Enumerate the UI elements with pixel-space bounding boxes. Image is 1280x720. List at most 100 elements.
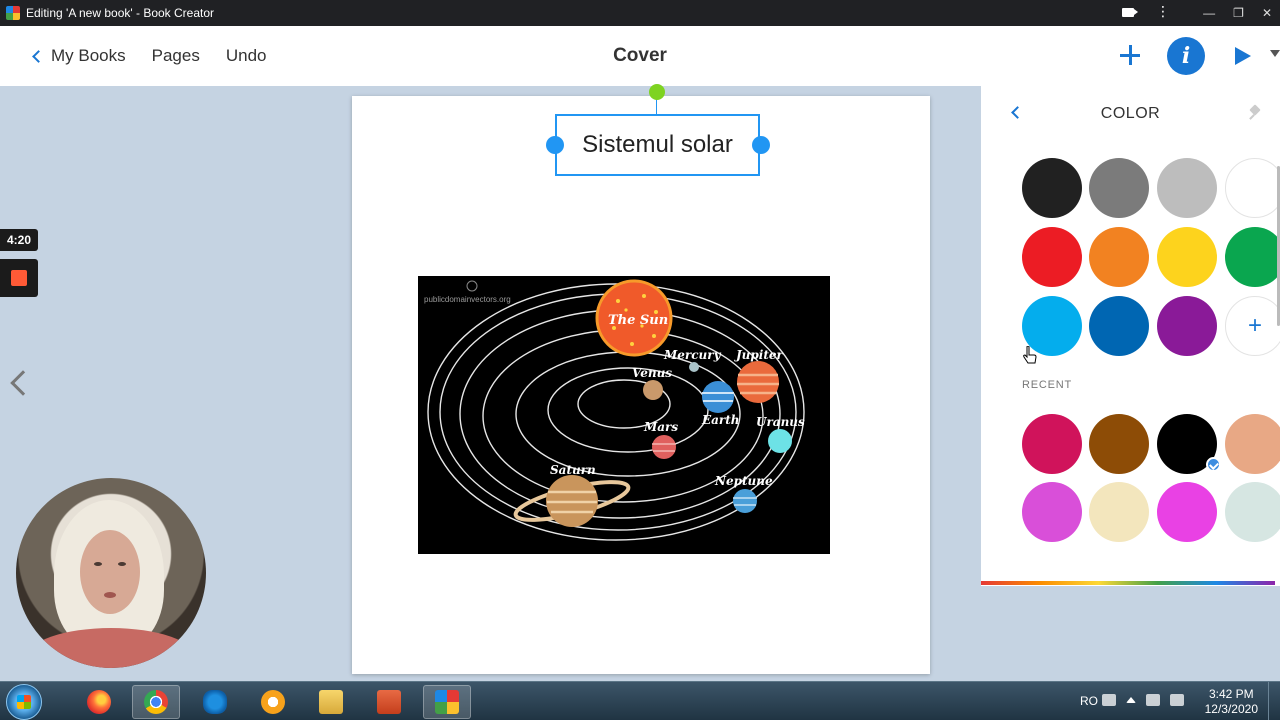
- title-text: Sistemul solar: [582, 131, 733, 158]
- jupiter-label: Jupiter: [734, 348, 785, 362]
- clock-date: 12/3/2020: [1204, 702, 1258, 716]
- sun-label: The Sun: [608, 313, 668, 328]
- window-title: Editing 'A new book' - Book Creator: [26, 6, 215, 20]
- taskbar-internet-explorer[interactable]: [191, 685, 239, 719]
- rotate-handle[interactable]: [649, 84, 665, 100]
- selected-check-icon: [1206, 457, 1221, 472]
- my-books-button[interactable]: My Books: [30, 46, 126, 66]
- color-spectrum-bar[interactable]: [981, 581, 1275, 585]
- language-indicator[interactable]: RO: [1080, 694, 1098, 708]
- pin-icon[interactable]: [1249, 106, 1261, 120]
- recent-colors-label: RECENT: [1022, 379, 1073, 391]
- color-swatch[interactable]: [1089, 158, 1149, 218]
- clock[interactable]: 3:42 PM 12/3/2020: [1205, 687, 1258, 717]
- mars-label: Mars: [643, 420, 678, 434]
- taskbar-file-explorer[interactable]: [307, 685, 355, 719]
- taskbar-book-creator[interactable]: [423, 685, 471, 719]
- title-textbox[interactable]: Sistemul solar: [555, 114, 760, 176]
- show-desktop-button[interactable]: [1268, 682, 1280, 720]
- minimize-button[interactable]: —: [1203, 6, 1215, 20]
- play-icon[interactable]: [1235, 47, 1251, 65]
- color-swatch[interactable]: [1157, 158, 1217, 218]
- firefox-icon: [87, 690, 111, 714]
- color-swatch[interactable]: [1225, 227, 1280, 287]
- watermark-text: publicdomainvectors.org: [424, 295, 511, 304]
- close-button[interactable]: ✕: [1262, 6, 1272, 20]
- toolbar-nav: My Books Pages Undo: [30, 26, 266, 86]
- book-creator-icon: [435, 690, 459, 714]
- color-swatch[interactable]: [1157, 296, 1217, 356]
- color-swatch[interactable]: [1089, 296, 1149, 356]
- recent-color-swatch[interactable]: [1157, 482, 1217, 542]
- more-menu-icon[interactable]: [1270, 50, 1280, 57]
- security-shield-icon: [261, 690, 285, 714]
- neptune-label: Neptune: [714, 474, 773, 488]
- color-panel-title: COLOR: [1100, 105, 1161, 122]
- clock-time: 3:42 PM: [1208, 687, 1254, 701]
- webcam-person-face: [80, 530, 140, 614]
- kebab-menu-icon[interactable]: ⋮: [1156, 3, 1170, 20]
- resize-handle-right[interactable]: [752, 136, 770, 154]
- network-icon[interactable]: [1170, 694, 1184, 706]
- windows-taskbar: RO 3:42 PM 12/3/2020: [0, 681, 1280, 720]
- saturn-label: Saturn: [550, 463, 596, 477]
- chevron-left-icon: [32, 49, 45, 63]
- volume-icon[interactable]: [1146, 694, 1160, 706]
- keyboard-icon[interactable]: [1102, 694, 1116, 706]
- webcam-eye: [94, 562, 102, 566]
- pages-button[interactable]: Pages: [152, 46, 200, 66]
- earth-label: Earth: [701, 413, 740, 427]
- recent-color-swatch[interactable]: [1089, 414, 1149, 474]
- recent-color-swatch[interactable]: [1157, 414, 1221, 474]
- uranus-label: Uranus: [756, 415, 805, 429]
- webcam-eye: [118, 562, 126, 566]
- app-toolbar: Cover My Books Pages Undo i: [0, 26, 1280, 86]
- webcam-overlay: [16, 478, 206, 668]
- add-color-button[interactable]: +: [1225, 296, 1280, 356]
- my-books-label: My Books: [51, 46, 126, 65]
- webcam-mouth: [104, 592, 116, 598]
- folder-icon: [319, 690, 343, 714]
- webcam-person-body: [26, 628, 196, 668]
- resize-handle-left[interactable]: [546, 136, 564, 154]
- recording-timer: 4:20: [0, 229, 38, 251]
- color-swatch[interactable]: [1157, 227, 1217, 287]
- recent-color-swatch[interactable]: [1089, 482, 1149, 542]
- solar-system-image[interactable]: publicdomainvectors.org The Sun Mercury …: [418, 276, 830, 554]
- powerpoint-icon: [377, 690, 401, 714]
- taskbar-firefox[interactable]: [75, 685, 123, 719]
- undo-button[interactable]: Undo: [226, 46, 267, 66]
- window-titlebar: Editing 'A new book' - Book Creator ⋮ — …: [0, 0, 1280, 26]
- recent-color-swatch[interactable]: [1022, 414, 1082, 474]
- taskbar-powerpoint[interactable]: [365, 685, 413, 719]
- recent-color-swatch[interactable]: [1225, 414, 1280, 474]
- recent-color-swatch[interactable]: [1225, 482, 1280, 542]
- system-tray: RO 3:42 PM 12/3/2020: [1080, 682, 1280, 720]
- hand-cursor-icon: [1023, 346, 1037, 364]
- color-swatch[interactable]: [1022, 227, 1082, 287]
- show-hidden-icons-icon[interactable]: [1126, 697, 1136, 703]
- taskbar-security-app[interactable]: [249, 685, 297, 719]
- book-creator-app-icon: [6, 6, 20, 20]
- recent-color-swatch[interactable]: [1022, 482, 1082, 542]
- add-icon[interactable]: [1118, 43, 1142, 67]
- previous-page-arrow-icon[interactable]: [10, 370, 36, 396]
- internet-explorer-icon: [203, 690, 227, 714]
- taskbar-chrome[interactable]: [132, 685, 180, 719]
- chrome-icon: [144, 690, 168, 714]
- color-swatch[interactable]: [1089, 227, 1149, 287]
- tray-icons: [1102, 694, 1184, 706]
- color-swatch[interactable]: [1022, 158, 1082, 218]
- venus-label: Venus: [632, 366, 672, 380]
- camera-icon[interactable]: [1122, 8, 1138, 17]
- restore-button[interactable]: ❐: [1233, 6, 1244, 20]
- mercury-label: Mercury: [663, 348, 722, 362]
- color-panel: COLOR + RECENT: [981, 86, 1280, 586]
- start-button[interactable]: [6, 684, 42, 720]
- book-page[interactable]: Sistemul solar publicdomainvectors.org T…: [352, 84, 930, 674]
- window-controls: — ❐ ✕: [1203, 0, 1272, 26]
- stop-recording-button[interactable]: [0, 259, 38, 297]
- solar-system-illustration: publicdomainvectors.org The Sun Mercury …: [424, 279, 805, 541]
- color-swatch[interactable]: [1225, 158, 1280, 218]
- info-icon[interactable]: i: [1167, 37, 1205, 75]
